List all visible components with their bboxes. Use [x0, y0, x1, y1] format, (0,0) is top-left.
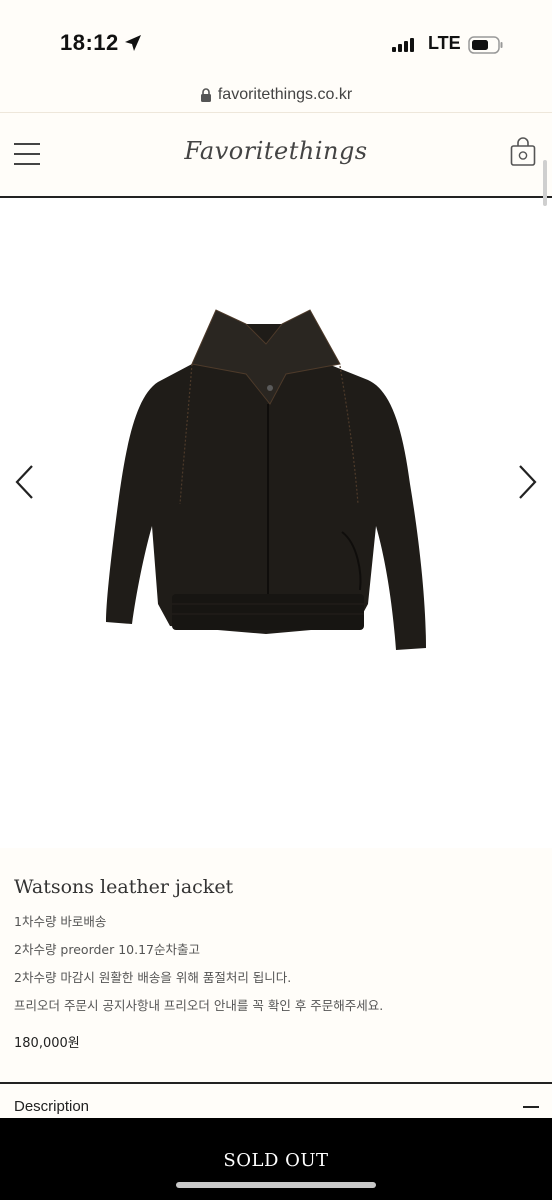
site-header: Favoritethings: [0, 112, 552, 198]
location-arrow-icon: [125, 35, 141, 51]
network-type: LTE: [428, 33, 461, 53]
minus-icon[interactable]: [523, 1106, 539, 1108]
home-indicator[interactable]: [176, 1182, 376, 1188]
product-gallery[interactable]: [0, 200, 552, 848]
description-label: Description: [14, 1098, 90, 1115]
status-time: 18:12: [60, 30, 119, 55]
scrollbar[interactable]: [543, 160, 547, 206]
product-note: 2차수량 마감시 원활한 배송을 위해 품절처리 됩니다.: [14, 970, 292, 985]
product-note: 1차수량 바로배송: [14, 914, 107, 929]
product-note: 2차수량 preorder 10.17순차출고: [14, 942, 201, 957]
product-info: Watsons leather jacket 1차수량 바로배송 2차수량 pr…: [0, 848, 552, 1082]
shopping-bag-icon[interactable]: [510, 137, 536, 167]
product-note: 프리오더 주문시 공지사항내 프리오더 안내를 꼭 확인 후 주문해주세요.: [14, 998, 384, 1013]
product-name: Watsons leather jacket: [14, 876, 234, 898]
battery-icon: [468, 36, 503, 54]
product-price: 180,000원: [14, 1036, 80, 1051]
description-accordion[interactable]: Description: [0, 1082, 552, 1118]
product-notes: 1차수량 바로배송 2차수량 preorder 10.17순차출고 2차수량 마…: [14, 914, 383, 1026]
url-text: favoritethings.co.kr: [217, 86, 353, 103]
lock-icon: [200, 88, 211, 102]
product-image: [106, 309, 426, 650]
chevron-right-icon[interactable]: [516, 462, 540, 502]
cellular-signal-icon: [392, 36, 418, 52]
status-bar: 18:12 LTE: [0, 0, 552, 78]
address-bar[interactable]: favoritethings.co.kr: [0, 78, 552, 112]
brand-logo[interactable]: Favoritethings: [0, 137, 552, 165]
sold-out-label: SOLD OUT: [223, 1150, 329, 1171]
chevron-left-icon[interactable]: [12, 462, 36, 502]
